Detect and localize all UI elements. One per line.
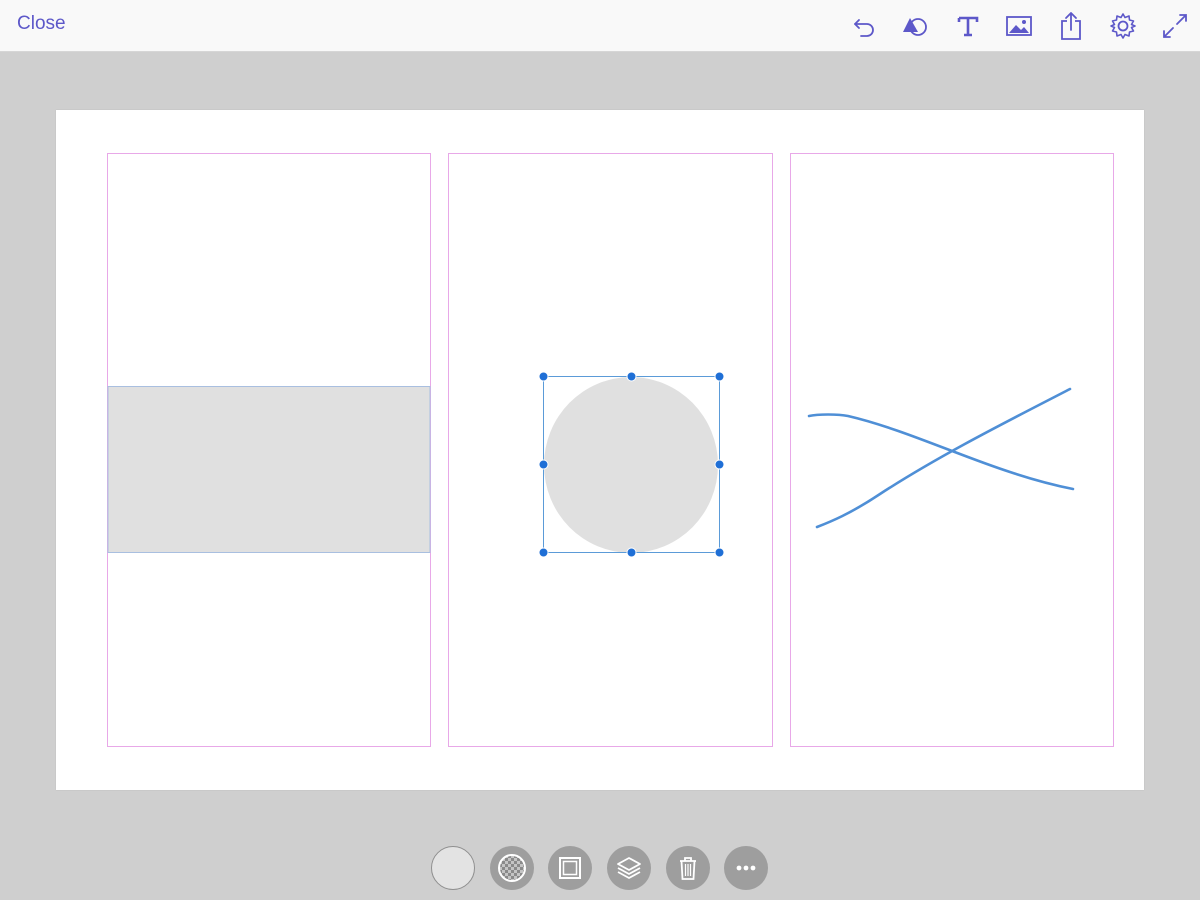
rectangle-shape[interactable] [107,386,431,553]
delete-button[interactable] [666,846,710,890]
resize-handle[interactable] [626,547,637,558]
opacity-icon [498,854,526,882]
resize-handle[interactable] [714,459,725,470]
stroke-button[interactable] [548,846,592,890]
stroke-icon [559,857,581,879]
resize-handle[interactable] [538,459,549,470]
freehand-line-1[interactable] [807,413,1075,491]
trash-icon [680,857,696,880]
more-icon [736,865,756,871]
resize-handle[interactable] [626,371,637,382]
layers-icon [617,857,641,879]
resize-handle[interactable] [714,547,725,558]
layers-button[interactable] [607,846,651,890]
opacity-button[interactable] [490,846,534,890]
resize-handle[interactable] [538,371,549,382]
resize-handle[interactable] [538,547,549,558]
bottom-toolbar [0,840,1200,900]
more-button[interactable] [724,846,768,890]
circle-shape[interactable] [544,377,718,553]
canvas-content [107,153,1114,747]
fill-color-button[interactable] [431,846,475,890]
freehand-line-2[interactable] [815,387,1072,529]
resize-handle[interactable] [714,371,725,382]
